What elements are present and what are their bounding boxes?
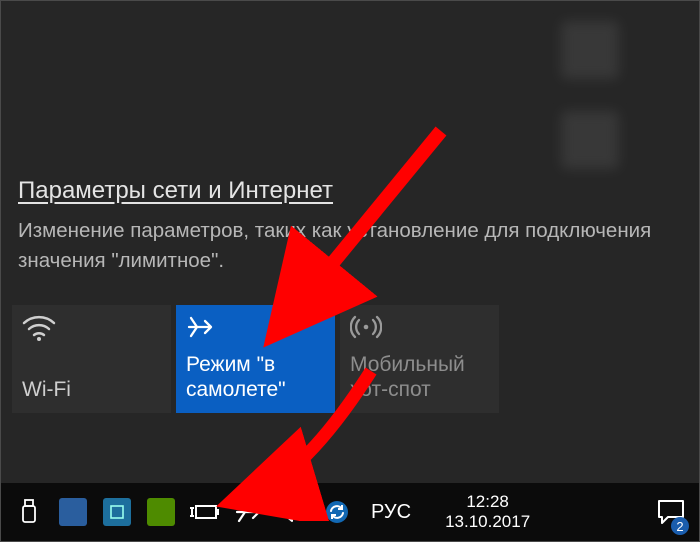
quick-action-tiles: Wi-Fi Режим "в самолете" Мобильный хот-с… — [12, 305, 499, 413]
battery-charging-icon[interactable] — [185, 492, 225, 532]
wifi-tile-label: Wi-Fi — [22, 378, 161, 403]
usb-device-icon[interactable] — [9, 492, 49, 532]
clock-date: 13.10.2017 — [445, 512, 530, 532]
nvidia-icon[interactable] — [141, 492, 181, 532]
clock-time: 12:28 — [445, 492, 530, 512]
airplane-mode-tray-icon[interactable] — [229, 492, 269, 532]
airplane-mode-tile[interactable]: Режим "в самолете" — [176, 305, 335, 413]
desktop-icon — [561, 111, 619, 169]
clock[interactable]: 12:28 13.10.2017 — [431, 492, 544, 531]
airplane-icon — [186, 313, 325, 343]
tray-app-icon[interactable] — [53, 492, 93, 532]
desktop-icon — [561, 21, 619, 79]
network-settings-description: Изменение параметров, таких как установл… — [18, 216, 669, 275]
airplane-mode-tile-label: Режим "в самолете" — [186, 353, 325, 403]
volume-icon[interactable] — [273, 492, 313, 532]
notification-badge: 2 — [671, 517, 689, 535]
wifi-icon — [22, 313, 161, 343]
hotspot-tile-label: Мобильный хот-спот — [350, 353, 489, 403]
network-settings-link[interactable]: Параметры сети и Интернет — [18, 177, 333, 205]
hotspot-tile[interactable]: Мобильный хот-спот — [340, 305, 499, 413]
sync-icon[interactable] — [317, 492, 357, 532]
hotspot-icon — [350, 313, 489, 343]
taskbar: РУС 12:28 13.10.2017 2 — [1, 483, 699, 541]
wifi-tile[interactable]: Wi-Fi — [12, 305, 171, 413]
action-center-icon[interactable]: 2 — [649, 483, 693, 541]
language-indicator[interactable]: РУС — [357, 501, 425, 524]
system-tray — [9, 492, 357, 532]
tray-app-icon[interactable] — [97, 492, 137, 532]
